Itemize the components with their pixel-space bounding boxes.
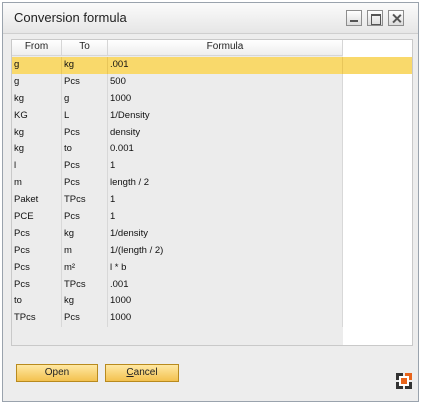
from-cell[interactable]: Pcs — [12, 259, 62, 277]
to-cell[interactable]: m — [62, 242, 108, 260]
formula-cell[interactable]: 1 — [108, 192, 343, 210]
from-cell[interactable]: Pcs — [12, 242, 62, 260]
table-row[interactable]: l Pcs 1 — [12, 158, 343, 176]
table-row[interactable]: to kg 1000 — [12, 293, 343, 311]
table-row[interactable]: m Pcs length / 2 — [12, 175, 343, 193]
from-cell[interactable]: TPcs — [12, 310, 62, 328]
to-cell[interactable]: m² — [62, 259, 108, 277]
to-cell[interactable]: kg — [62, 57, 108, 74]
formula-cell[interactable]: .001 — [108, 276, 343, 294]
from-cell[interactable]: l — [12, 158, 62, 176]
table-row[interactable]: kg Pcs density — [12, 124, 343, 142]
to-cell[interactable]: Pcs — [62, 124, 108, 142]
maximize-icon[interactable] — [367, 10, 383, 26]
from-cell[interactable]: PCE — [12, 209, 62, 226]
formula-cell[interactable]: 500 — [108, 73, 343, 91]
to-cell[interactable]: L — [62, 107, 108, 125]
from-cell[interactable]: m — [12, 175, 62, 193]
table-row[interactable]: Pcs m² l * b — [12, 259, 343, 277]
from-cell[interactable]: kg — [12, 141, 62, 159]
conversion-formula-window: Conversion formula From To Formula g kg .0… — [2, 2, 419, 402]
from-cell[interactable]: g — [12, 57, 62, 74]
to-cell[interactable]: kg — [62, 293, 108, 311]
formula-cell[interactable]: 0.001 — [108, 141, 343, 159]
formula-cell[interactable]: 1000 — [108, 293, 343, 311]
column-header-to[interactable]: To — [62, 40, 108, 55]
close-icon[interactable] — [388, 10, 404, 26]
table-row[interactable]: Pcs kg 1/density — [12, 225, 343, 243]
from-cell[interactable]: Paket — [12, 192, 62, 210]
from-cell[interactable]: kg — [12, 90, 62, 108]
to-cell[interactable]: Pcs — [62, 310, 108, 328]
grid-header: From To Formula — [12, 40, 343, 56]
cancel-mnemonic: C — [126, 367, 134, 378]
to-cell[interactable]: Pcs — [62, 175, 108, 193]
to-cell[interactable]: TPcs — [62, 276, 108, 294]
formula-cell[interactable]: 1 — [108, 209, 343, 226]
to-cell[interactable]: g — [62, 90, 108, 108]
from-cell[interactable]: Pcs — [12, 225, 62, 243]
from-cell[interactable]: KG — [12, 107, 62, 125]
open-button-label: Open — [44, 367, 70, 378]
from-cell[interactable]: kg — [12, 124, 62, 142]
to-cell[interactable]: Pcs — [62, 73, 108, 91]
table-row[interactable]: PCE Pcs 1 — [12, 209, 343, 226]
to-cell[interactable]: Pcs — [62, 158, 108, 176]
formula-cell[interactable]: .001 — [108, 57, 343, 74]
to-cell[interactable]: kg — [62, 225, 108, 243]
to-cell[interactable]: Pcs — [62, 209, 108, 226]
table-row[interactable]: g Pcs 500 — [12, 73, 343, 91]
to-cell[interactable]: TPcs — [62, 192, 108, 210]
from-cell[interactable]: g — [12, 73, 62, 91]
table-row[interactable]: TPcs Pcs 1000 — [12, 310, 343, 328]
table-row[interactable]: KG L 1/Density — [12, 107, 343, 125]
title-bar[interactable]: Conversion formula — [3, 3, 418, 34]
window-title: Conversion formula — [14, 10, 127, 25]
formula-cell[interactable]: 1/Density — [108, 107, 343, 125]
table-row[interactable]: Pcs TPcs .001 — [12, 276, 343, 294]
formula-cell[interactable]: 1000 — [108, 310, 343, 328]
conversion-grid: From To Formula g kg .001 g Pcs 500 kg g 1000 KG L… — [11, 39, 413, 346]
from-cell[interactable]: to — [12, 293, 62, 311]
table-row[interactable]: kg g 1000 — [12, 90, 343, 108]
column-header-formula[interactable]: Formula — [108, 40, 343, 55]
formula-cell[interactable]: l * b — [108, 259, 343, 277]
formula-cell[interactable]: density — [108, 124, 343, 142]
table-row[interactable]: Pcs m 1/(length / 2) — [12, 242, 343, 260]
formula-cell[interactable]: 1 — [108, 158, 343, 176]
open-button[interactable]: Open — [16, 364, 98, 382]
table-row[interactable]: kg to 0.001 — [12, 141, 343, 159]
column-header-from[interactable]: From — [12, 40, 62, 55]
selected-row-extension — [343, 57, 412, 74]
formula-cell[interactable]: 1000 — [108, 90, 343, 108]
formula-cell[interactable]: 1/(length / 2) — [108, 242, 343, 260]
table-row[interactable]: g kg .001 — [12, 57, 343, 74]
from-cell[interactable]: Pcs — [12, 276, 62, 294]
grid-rows: g kg .001 g Pcs 500 kg g 1000 KG L 1/Density kg Pcs de… — [12, 57, 343, 328]
to-cell[interactable]: to — [62, 141, 108, 159]
sap-expand-icon[interactable] — [396, 373, 412, 389]
cancel-button-label: ancel — [133, 367, 158, 378]
table-row[interactable]: Paket TPcs 1 — [12, 192, 343, 210]
minimize-icon[interactable] — [346, 10, 362, 26]
cancel-button[interactable]: Cancel — [105, 364, 179, 382]
formula-cell[interactable]: 1/density — [108, 225, 343, 243]
formula-cell[interactable]: length / 2 — [108, 175, 343, 193]
